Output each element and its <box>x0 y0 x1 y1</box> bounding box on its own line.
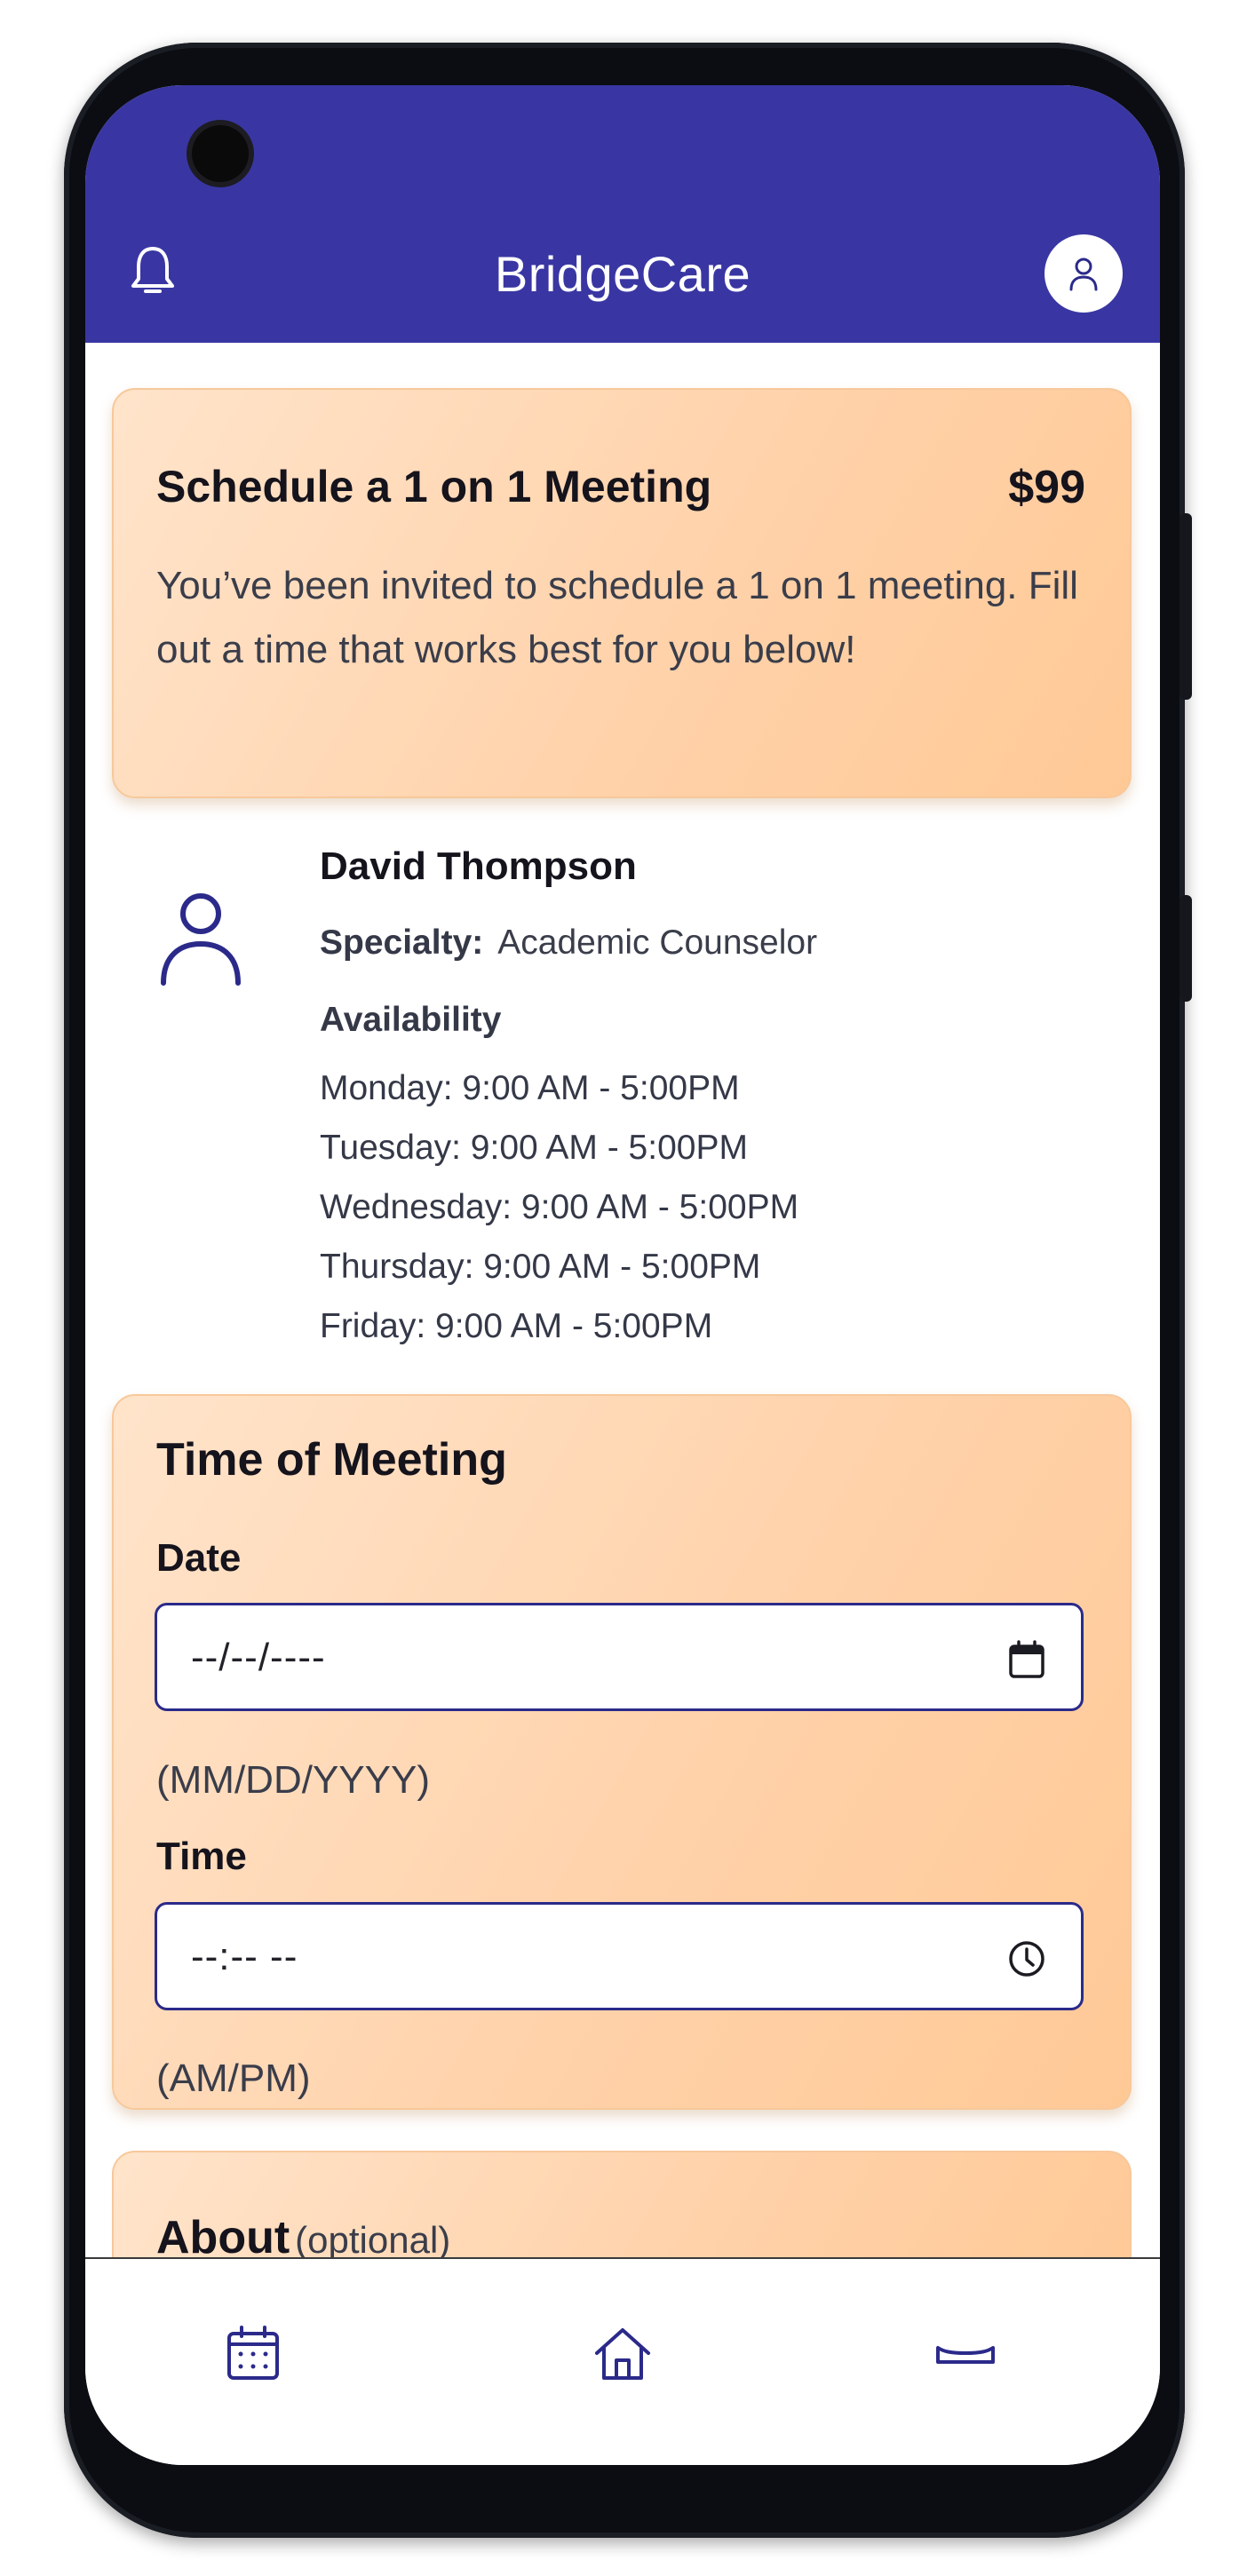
availability-label: Availability <box>320 1001 502 1039</box>
availability-item: Friday: 9:00 AM - 5:00PM <box>320 1307 713 1345</box>
time-format-hint: (AM/PM) <box>156 2057 311 2100</box>
bottom-navigation <box>85 2257 1160 2465</box>
home-icon[interactable] <box>592 2323 654 2385</box>
availability-item: Wednesday: 9:00 AM - 5:00PM <box>320 1188 799 1226</box>
about-title-text: About <box>156 2212 290 2263</box>
price-label: $99 <box>1008 462 1085 513</box>
about-optional-text: (optional) <box>295 2219 451 2261</box>
profile-button[interactable] <box>1044 234 1123 313</box>
volume-button <box>1179 513 1192 700</box>
app-header: BridgeCare <box>85 85 1160 343</box>
user-icon <box>1069 258 1098 291</box>
meeting-time-card: Time of Meeting Date --/--/---- (MM/DD/Y… <box>112 1394 1132 2110</box>
availability-item: Monday: 9:00 AM - 5:00PM <box>320 1069 740 1107</box>
schedule-card-title: Schedule a 1 on 1 Meeting <box>156 462 712 511</box>
availability-list: Monday: 9:00 AM - 5:00PM Tuesday: 9:00 A… <box>320 1058 798 1356</box>
time-input[interactable]: --:-- -- <box>155 1902 1084 2010</box>
clock-icon[interactable] <box>1006 1938 1047 1979</box>
meeting-card-title: Time of Meeting <box>156 1434 507 1486</box>
date-format-hint: (MM/DD/YYYY) <box>156 1758 430 1802</box>
screen: BridgeCare Schedule a 1 on 1 Meeting $99… <box>85 85 1160 2465</box>
time-label: Time <box>156 1835 247 1878</box>
date-label: Date <box>156 1536 242 1580</box>
availability-item: Thursday: 9:00 AM - 5:00PM <box>320 1248 761 1286</box>
about-card-title: About (optional) <box>156 2211 450 2264</box>
specialty: Specialty: Academic Counselor <box>320 923 817 963</box>
date-input[interactable]: --/--/---- <box>155 1603 1084 1711</box>
availability-item: Tuesday: 9:00 AM - 5:00PM <box>320 1129 748 1167</box>
specialty-value: Academic Counselor <box>497 923 818 962</box>
counselor-avatar-icon <box>161 893 241 986</box>
calendar-icon[interactable] <box>222 2323 284 2385</box>
time-input-value: --:-- -- <box>191 1935 298 1978</box>
specialty-label: Specialty: <box>320 923 484 962</box>
app-title: BridgeCare <box>494 246 751 302</box>
calendar-icon[interactable] <box>1006 1639 1047 1680</box>
schedule-card-description: You’ve been invited to schedule a 1 on 1… <box>156 564 1078 671</box>
power-button <box>1179 895 1192 1002</box>
schedule-card: Schedule a 1 on 1 Meeting $99 You’ve bee… <box>112 388 1132 798</box>
bed-icon[interactable] <box>934 2323 997 2385</box>
counselor-name: David Thompson <box>320 844 637 888</box>
date-input-value: --/--/---- <box>191 1636 326 1679</box>
front-camera <box>192 125 249 182</box>
